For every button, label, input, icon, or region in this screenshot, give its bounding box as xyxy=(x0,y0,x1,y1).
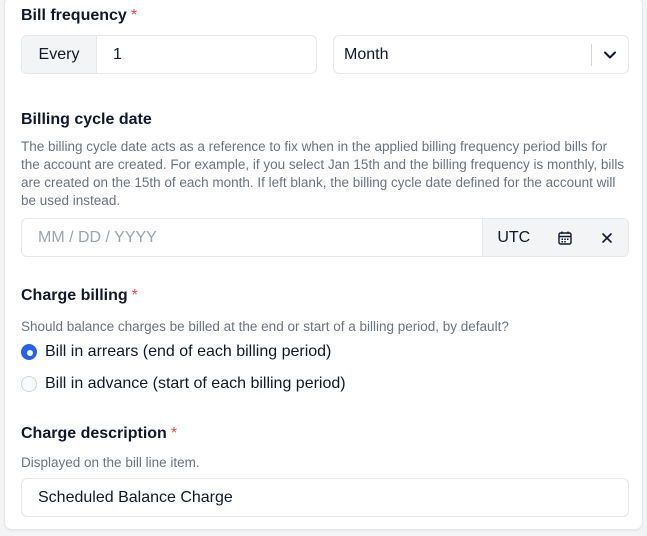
billing-cycle-help: The billing cycle date acts as a referen… xyxy=(21,139,625,208)
billing-cycle-date-input[interactable]: MM / DD / YYYY xyxy=(22,219,482,256)
charge-billing-label: Charge billing * xyxy=(21,287,138,304)
required-mark: * xyxy=(170,425,178,442)
charge-description-value: Scheduled Balance Charge xyxy=(38,488,233,506)
radio-label: Bill in arrears (end of each billing per… xyxy=(45,343,332,360)
billing-cycle-field: Billing cycle date The billing cycle dat… xyxy=(21,110,627,210)
bill-frequency-field: Bill frequency * xyxy=(21,6,627,26)
billing-cycle-label: Billing cycle date xyxy=(21,111,152,128)
chevron-down-icon[interactable] xyxy=(592,36,628,73)
charge-description-label: Charge description * xyxy=(21,425,178,442)
timezone-label: UTC xyxy=(497,228,531,246)
billing-cycle-date-group: MM / DD / YYYY UTC xyxy=(21,218,629,257)
charge-description-field: Charge description * Displayed on the bil… xyxy=(21,424,627,472)
radio-bill-in-advance[interactable]: Bill in advance (start of each billing p… xyxy=(21,373,346,395)
charge-billing-field: Charge billing * Should balance charges b… xyxy=(21,286,627,336)
date-addon: UTC xyxy=(482,219,628,256)
charge-description-input[interactable]: Scheduled Balance Charge xyxy=(21,478,629,517)
charge-billing-help: Should balance charges be billed at the … xyxy=(21,319,509,334)
radio-button[interactable] xyxy=(21,376,37,392)
bill-frequency-label: Bill frequency * xyxy=(21,7,138,24)
settings-card: Bill frequency * Every 1 Month Billing cy… xyxy=(4,0,643,530)
required-mark: * xyxy=(130,7,138,24)
radio-button-checked[interactable] xyxy=(21,344,37,360)
frequency-period-select[interactable]: Month xyxy=(333,35,629,74)
radio-bill-in-arrears[interactable]: Bill in arrears (end of each billing per… xyxy=(21,341,331,363)
frequency-prefix: Every xyxy=(22,36,97,73)
required-mark: * xyxy=(131,287,138,304)
frequency-count-input[interactable]: 1 xyxy=(97,46,316,64)
close-icon[interactable] xyxy=(586,219,628,256)
frequency-count-group: Every 1 xyxy=(21,35,317,74)
radio-label: Bill in advance (start of each billing p… xyxy=(45,375,346,392)
frequency-period-value: Month xyxy=(344,45,389,63)
calendar-icon[interactable] xyxy=(545,219,587,256)
charge-description-help: Displayed on the bill line item. xyxy=(21,455,200,470)
